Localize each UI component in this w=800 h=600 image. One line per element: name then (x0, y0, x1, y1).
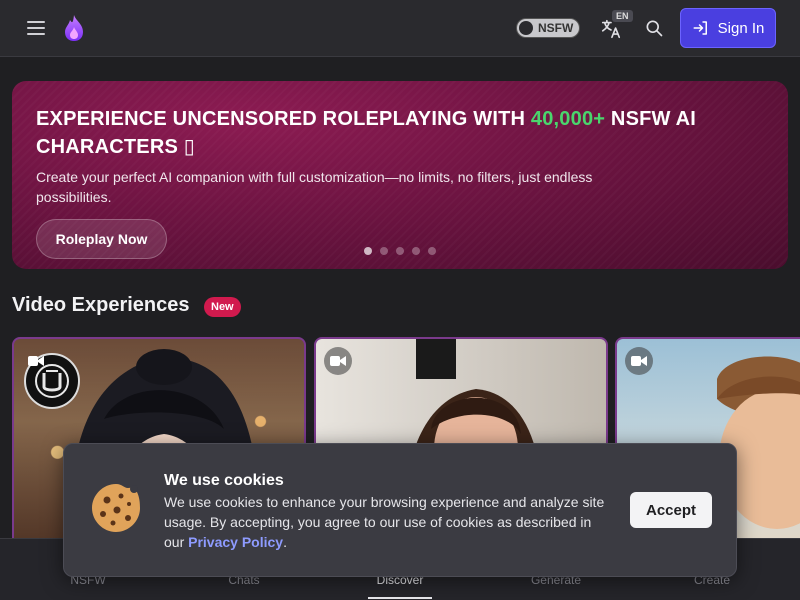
menu-icon[interactable] (24, 16, 48, 40)
roleplay-now-button[interactable]: Roleplay Now (36, 219, 167, 259)
hero-title-accent: 40,000+ (530, 108, 606, 130)
toggle-knob (519, 21, 533, 35)
hero-banner[interactable]: EXPERIENCE UNCENSORED ROLEPLAYING WITH 4… (12, 81, 788, 269)
carousel-dot[interactable] (364, 247, 372, 255)
video-camera-icon (625, 347, 653, 375)
language-button[interactable]: EN (598, 10, 634, 42)
top-header: NSFW EN Sign In (0, 0, 800, 57)
nsfw-toggle[interactable]: NSFW (516, 18, 580, 38)
active-tab-indicator (368, 597, 432, 599)
video-camera-icon (22, 347, 50, 375)
cookie-text-end: . (283, 534, 287, 550)
privacy-policy-link[interactable]: Privacy Policy (188, 534, 283, 550)
language-badge: EN (612, 10, 633, 22)
video-camera-icon (324, 347, 352, 375)
cookie-icon (92, 484, 140, 532)
carousel-dot[interactable] (380, 247, 388, 255)
search-icon[interactable] (644, 18, 664, 38)
hero-subtitle: Create your perfect AI companion with fu… (36, 169, 593, 205)
cookie-consent-banner: We use cookies We use cookies to enhance… (63, 443, 737, 577)
carousel-dot[interactable] (428, 247, 436, 255)
cookie-text: We use cookies to enhance your browsing … (164, 492, 614, 552)
cookie-title: We use cookies (164, 472, 284, 489)
sign-in-button[interactable]: Sign In (680, 8, 776, 48)
accept-cookies-button[interactable]: Accept (630, 492, 712, 528)
hero-title: EXPERIENCE UNCENSORED ROLEPLAYING WITH 4… (36, 105, 736, 161)
carousel-dot[interactable] (412, 247, 420, 255)
flame-logo-icon[interactable] (62, 14, 86, 42)
login-icon (693, 21, 707, 35)
hero-title-part1: EXPERIENCE UNCENSORED ROLEPLAYING WITH (36, 108, 531, 130)
carousel-dots (364, 247, 436, 255)
new-badge: New (204, 297, 241, 317)
section-title: Video Experiences (12, 294, 190, 316)
carousel-dot[interactable] (396, 247, 404, 255)
nsfw-toggle-label: NSFW (538, 21, 574, 35)
sign-in-label: Sign In (717, 19, 765, 37)
